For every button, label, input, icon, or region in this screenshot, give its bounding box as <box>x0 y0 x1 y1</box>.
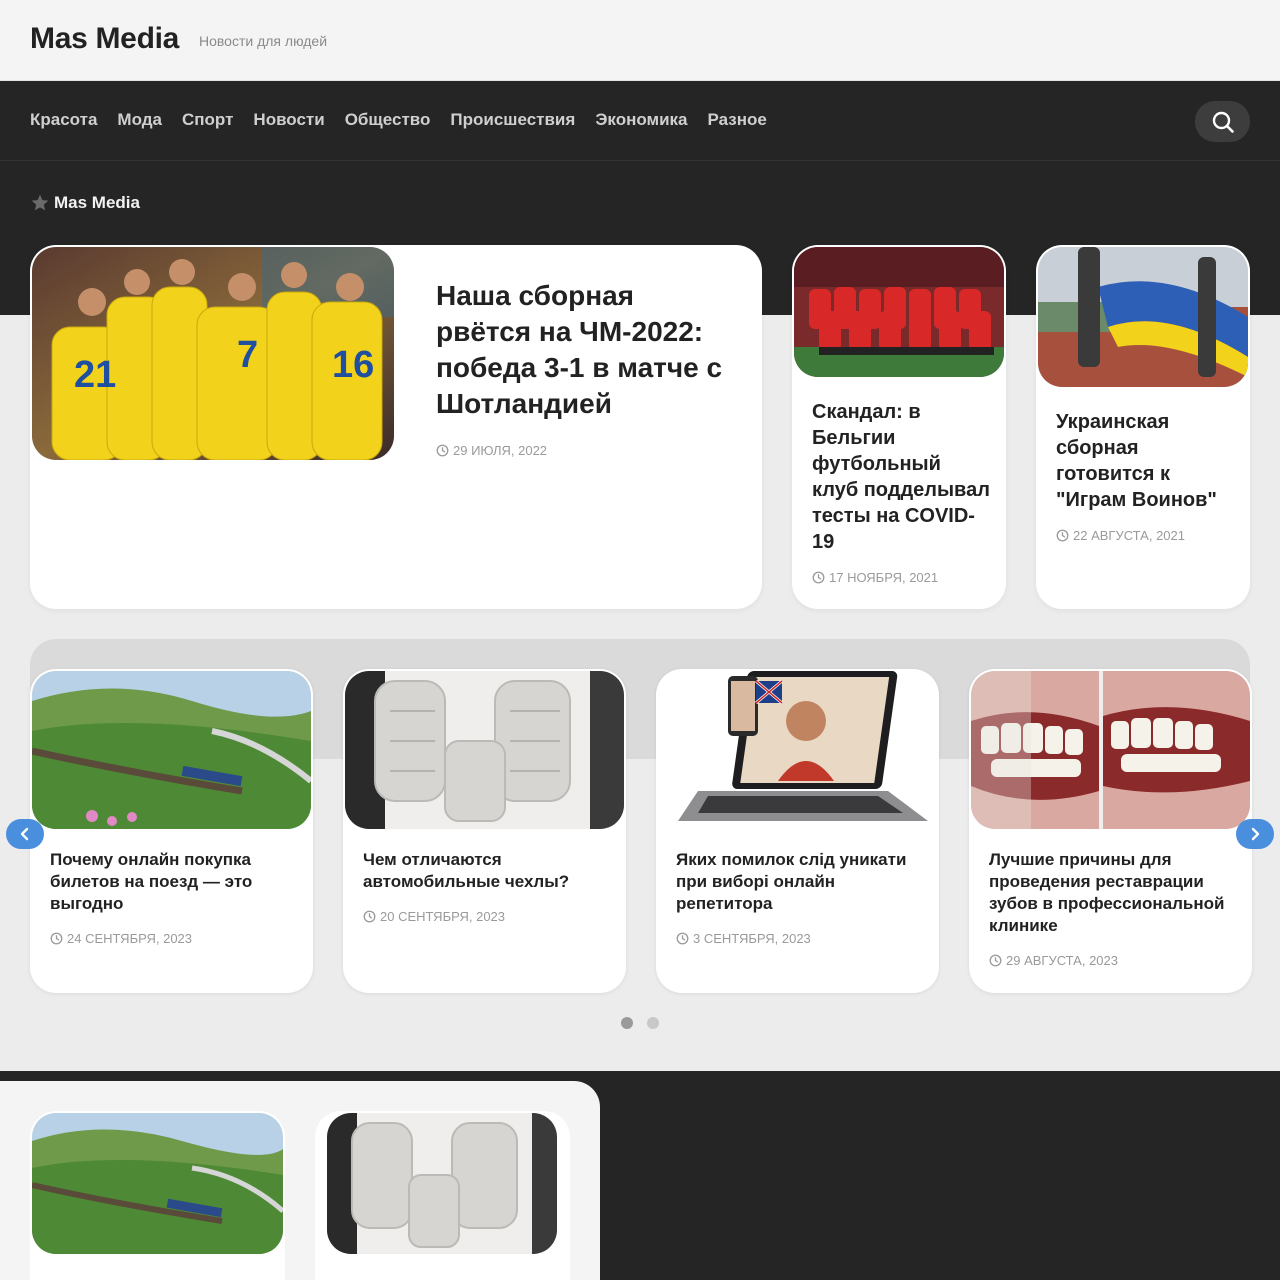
slider-post-image[interactable] <box>345 671 624 829</box>
clock-icon <box>363 910 376 923</box>
main-nav: Красота Мода Спорт Новости Общество Прои… <box>0 81 1280 161</box>
nav-item-news[interactable]: Новости <box>253 110 324 130</box>
clock-icon <box>989 954 1002 967</box>
bottom-post-image[interactable] <box>32 1113 283 1254</box>
breadcrumb-home-link[interactable]: Mas Media <box>54 193 140 213</box>
slider-post-date: 29 августа, 2023 <box>989 953 1118 968</box>
side-post-title[interactable]: Скандал: в Бельгии футбольный клуб подде… <box>812 399 992 555</box>
nav-item-fashion[interactable]: Мода <box>117 110 162 130</box>
slider-post[interactable]: Почему онлайн покупка билетов на поезд —… <box>30 669 313 993</box>
side-post-title[interactable]: Украинская сборная готовится к "Играм Во… <box>1056 409 1236 513</box>
search-button[interactable] <box>1195 101 1250 142</box>
slider-post-image[interactable] <box>971 671 1250 829</box>
slider-post-title[interactable]: Чем отличаются автомобильные чехлы? <box>363 849 608 893</box>
featured-post-title[interactable]: Наша сборная рвётся на ЧМ-2022: победа 3… <box>436 278 736 422</box>
slider-pagination <box>621 1017 659 1029</box>
site-header: Mas Media Новости для людей <box>0 0 1280 81</box>
nav-item-sport[interactable]: Спорт <box>182 110 233 130</box>
clock-icon <box>50 932 63 945</box>
clock-icon <box>436 444 449 457</box>
slider-post-date: 24 сентября, 2023 <box>50 931 192 946</box>
nav-item-beauty[interactable]: Красота <box>30 110 97 130</box>
nav-item-misc[interactable]: Разное <box>708 110 767 130</box>
side-post-image[interactable] <box>794 247 1004 377</box>
featured-post[interactable]: 21 7 16 Наша сборная рвётся на ЧМ-2022: … <box>30 245 762 609</box>
site-logo[interactable]: Mas Media <box>30 22 179 56</box>
bottom-post[interactable] <box>315 1111 570 1280</box>
nav-item-economy[interactable]: Экономика <box>595 110 687 130</box>
nav-item-incidents[interactable]: Происшествия <box>450 110 575 130</box>
slider-post-title[interactable]: Почему онлайн покупка билетов на поезд —… <box>50 849 295 915</box>
bottom-post-image[interactable] <box>327 1113 557 1254</box>
svg-text:7: 7 <box>237 334 258 376</box>
nav-item-society[interactable]: Общество <box>345 110 431 130</box>
search-icon <box>1212 111 1234 133</box>
slider-post-date: 3 сентября, 2023 <box>676 931 811 946</box>
clock-icon <box>1056 529 1069 542</box>
slider-dot[interactable] <box>621 1017 633 1029</box>
slider-post-date: 20 сентября, 2023 <box>363 909 505 924</box>
chevron-left-icon <box>20 827 29 841</box>
slider-post-title[interactable]: Лучшие причины для проведения реставраци… <box>989 849 1234 937</box>
side-post-date: 17 ноября, 2021 <box>812 570 938 585</box>
chevron-right-icon <box>1251 827 1260 841</box>
slider-post[interactable]: Лучшие причины для проведения реставраци… <box>969 669 1252 993</box>
slider-dot[interactable] <box>647 1017 659 1029</box>
slider-post-title[interactable]: Яких помилок слід уникати при виборі онл… <box>676 849 921 915</box>
side-post-image[interactable] <box>1038 247 1248 387</box>
side-post[interactable]: Украинская сборная готовится к "Играм Во… <box>1036 245 1250 609</box>
slider-post-image[interactable] <box>32 671 311 829</box>
featured-post-date: 29 июля, 2022 <box>436 443 547 458</box>
slider-next-button[interactable] <box>1236 819 1274 849</box>
star-icon <box>31 194 49 211</box>
featured-post-image[interactable]: 21 7 16 <box>32 247 394 460</box>
slider-post-image[interactable] <box>658 671 937 829</box>
slider-post[interactable]: Чем отличаются автомобильные чехлы? 20 с… <box>343 669 626 993</box>
site-tagline: Новости для людей <box>199 33 328 49</box>
slider-prev-button[interactable] <box>6 819 44 849</box>
clock-icon <box>676 932 689 945</box>
bottom-post[interactable] <box>30 1111 285 1280</box>
side-post[interactable]: Скандал: в Бельгии футбольный клуб подде… <box>792 245 1006 609</box>
side-post-date: 22 августа, 2021 <box>1056 528 1185 543</box>
clock-icon <box>812 571 825 584</box>
breadcrumb: Mas Media <box>30 193 140 213</box>
svg-text:16: 16 <box>332 344 374 386</box>
nav-menu: Красота Мода Спорт Новости Общество Прои… <box>30 110 767 130</box>
svg-text:21: 21 <box>74 354 116 396</box>
slider-post[interactable]: Яких помилок слід уникати при виборі онл… <box>656 669 939 993</box>
